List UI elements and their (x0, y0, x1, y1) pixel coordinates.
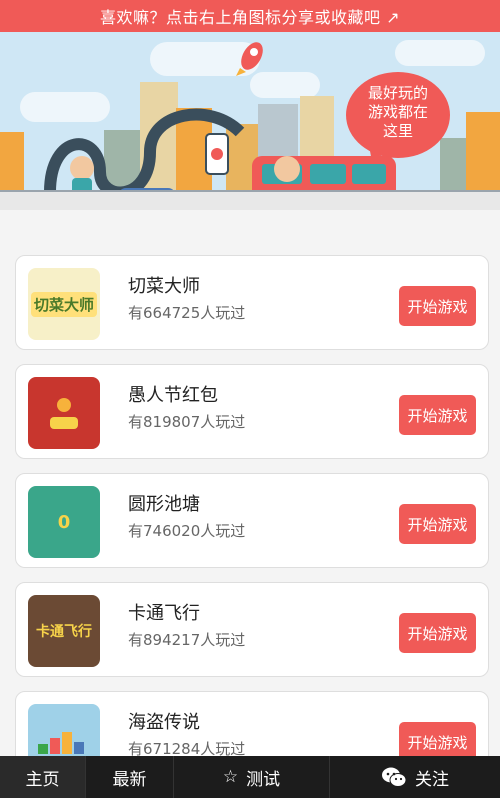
star-icon: ☆ (222, 767, 239, 787)
game-title[interactable]: 圆形池塘 (128, 490, 200, 516)
bottom-tab-bar: 主页 最新 ☆ 测试 关注 (0, 756, 500, 798)
kid-figure (70, 156, 94, 180)
game-title[interactable]: 卡通飞行 (128, 599, 200, 625)
tab-home[interactable]: 主页 (0, 756, 86, 798)
game-thumbnail[interactable] (28, 377, 100, 449)
start-game-button[interactable]: 开始游戏 (399, 613, 476, 653)
game-thumbnail[interactable]: 切菜大师 (28, 268, 100, 340)
thumbnail-text: 卡通飞行 (36, 624, 92, 640)
game-title[interactable]: 海盗传说 (128, 708, 200, 734)
play-count: 有894217人玩过 (128, 631, 246, 649)
driver-figure (274, 156, 300, 182)
game-title[interactable]: 愚人节红包 (128, 381, 218, 407)
building (466, 112, 500, 192)
play-count: 有664725人玩过 (128, 304, 246, 322)
tab-follow[interactable]: 关注 (330, 756, 500, 798)
speech-bubble: 最好玩的 游戏都在 这里 (346, 72, 450, 158)
play-count: 有819807人玩过 (128, 413, 246, 431)
cloud (395, 40, 485, 66)
game-card[interactable]: 切菜大师 切菜大师 有664725人玩过 开始游戏 (15, 255, 489, 350)
wechat-icon (382, 767, 407, 787)
play-count: 有746020人玩过 (128, 522, 246, 540)
game-thumbnail[interactable]: 0 (28, 486, 100, 558)
game-thumbnail[interactable]: 卡通飞行 (28, 595, 100, 667)
hero-illustration: 最好玩的 游戏都在 这里 (0, 32, 500, 210)
game-card[interactable]: 愚人节红包 有819807人玩过 开始游戏 (15, 364, 489, 459)
start-game-button[interactable]: 开始游戏 (399, 395, 476, 435)
rocket-icon (236, 42, 263, 76)
game-card[interactable]: 卡通飞行 卡通飞行 有894217人玩过 开始游戏 (15, 582, 489, 677)
ground (0, 192, 500, 210)
start-game-button[interactable]: 开始游戏 (399, 504, 476, 544)
start-game-button[interactable]: 开始游戏 (399, 286, 476, 326)
phone-icon (205, 133, 229, 175)
red-envelope-icon (50, 398, 78, 429)
building (440, 138, 468, 192)
thumbnail-text: 0 (57, 511, 71, 533)
game-card[interactable]: 0 圆形池塘 有746020人玩过 开始游戏 (15, 473, 489, 568)
share-banner: 喜欢嘛？点击右上角图标分享或收藏吧 ↗ (0, 0, 500, 32)
thumbnail-text: 切菜大师 (30, 291, 97, 317)
tab-test[interactable]: ☆ 测试 (174, 756, 330, 798)
building (0, 132, 24, 192)
game-title[interactable]: 切菜大师 (128, 272, 200, 298)
tab-latest[interactable]: 最新 (86, 756, 174, 798)
